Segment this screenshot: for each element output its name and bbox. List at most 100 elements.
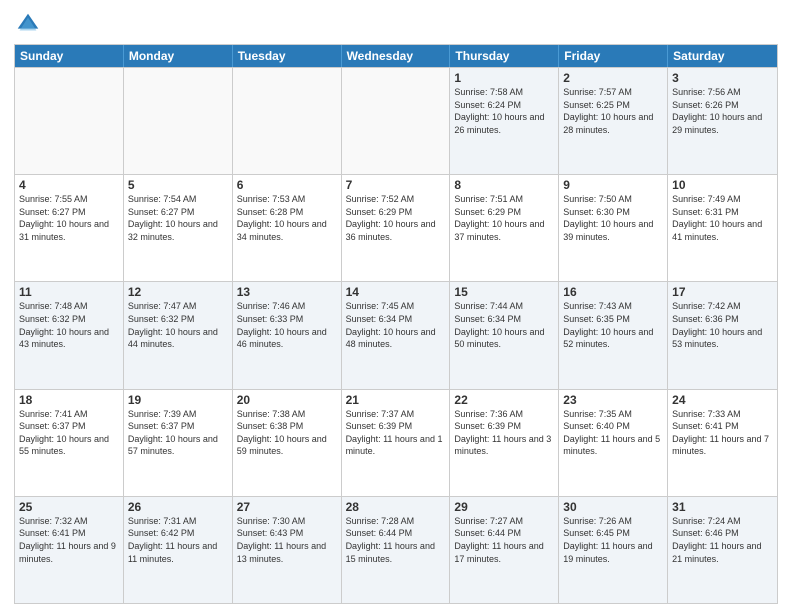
calendar-cell [124,68,233,174]
day-number: 2 [563,71,663,85]
calendar-header-cell: Tuesday [233,45,342,67]
calendar-cell: 12Sunrise: 7:47 AMSunset: 6:32 PMDayligh… [124,282,233,388]
day-number: 28 [346,500,446,514]
cell-detail: Sunrise: 7:26 AMSunset: 6:45 PMDaylight:… [563,515,663,565]
day-number: 17 [672,285,773,299]
calendar-cell: 31Sunrise: 7:24 AMSunset: 6:46 PMDayligh… [668,497,777,603]
logo-icon [14,10,42,38]
calendar: SundayMondayTuesdayWednesdayThursdayFrid… [14,44,778,604]
calendar-cell: 24Sunrise: 7:33 AMSunset: 6:41 PMDayligh… [668,390,777,496]
calendar-cell: 22Sunrise: 7:36 AMSunset: 6:39 PMDayligh… [450,390,559,496]
cell-detail: Sunrise: 7:24 AMSunset: 6:46 PMDaylight:… [672,515,773,565]
calendar-cell [15,68,124,174]
cell-detail: Sunrise: 7:48 AMSunset: 6:32 PMDaylight:… [19,300,119,350]
calendar-cell: 26Sunrise: 7:31 AMSunset: 6:42 PMDayligh… [124,497,233,603]
day-number: 8 [454,178,554,192]
day-number: 18 [19,393,119,407]
day-number: 31 [672,500,773,514]
day-number: 3 [672,71,773,85]
calendar-row: 25Sunrise: 7:32 AMSunset: 6:41 PMDayligh… [15,496,777,603]
calendar-cell: 5Sunrise: 7:54 AMSunset: 6:27 PMDaylight… [124,175,233,281]
cell-detail: Sunrise: 7:50 AMSunset: 6:30 PMDaylight:… [563,193,663,243]
cell-detail: Sunrise: 7:46 AMSunset: 6:33 PMDaylight:… [237,300,337,350]
calendar-cell: 20Sunrise: 7:38 AMSunset: 6:38 PMDayligh… [233,390,342,496]
cell-detail: Sunrise: 7:42 AMSunset: 6:36 PMDaylight:… [672,300,773,350]
calendar-header-cell: Monday [124,45,233,67]
day-number: 14 [346,285,446,299]
cell-detail: Sunrise: 7:55 AMSunset: 6:27 PMDaylight:… [19,193,119,243]
calendar-cell [233,68,342,174]
calendar-cell: 2Sunrise: 7:57 AMSunset: 6:25 PMDaylight… [559,68,668,174]
calendar-header-cell: Saturday [668,45,777,67]
cell-detail: Sunrise: 7:38 AMSunset: 6:38 PMDaylight:… [237,408,337,458]
cell-detail: Sunrise: 7:56 AMSunset: 6:26 PMDaylight:… [672,86,773,136]
cell-detail: Sunrise: 7:53 AMSunset: 6:28 PMDaylight:… [237,193,337,243]
day-number: 5 [128,178,228,192]
calendar-header-cell: Sunday [15,45,124,67]
cell-detail: Sunrise: 7:54 AMSunset: 6:27 PMDaylight:… [128,193,228,243]
cell-detail: Sunrise: 7:44 AMSunset: 6:34 PMDaylight:… [454,300,554,350]
calendar-cell: 13Sunrise: 7:46 AMSunset: 6:33 PMDayligh… [233,282,342,388]
cell-detail: Sunrise: 7:32 AMSunset: 6:41 PMDaylight:… [19,515,119,565]
calendar-cell: 7Sunrise: 7:52 AMSunset: 6:29 PMDaylight… [342,175,451,281]
day-number: 19 [128,393,228,407]
page: SundayMondayTuesdayWednesdayThursdayFrid… [0,0,792,612]
day-number: 6 [237,178,337,192]
calendar-cell: 28Sunrise: 7:28 AMSunset: 6:44 PMDayligh… [342,497,451,603]
day-number: 30 [563,500,663,514]
day-number: 7 [346,178,446,192]
calendar-cell: 23Sunrise: 7:35 AMSunset: 6:40 PMDayligh… [559,390,668,496]
day-number: 16 [563,285,663,299]
cell-detail: Sunrise: 7:30 AMSunset: 6:43 PMDaylight:… [237,515,337,565]
cell-detail: Sunrise: 7:45 AMSunset: 6:34 PMDaylight:… [346,300,446,350]
cell-detail: Sunrise: 7:31 AMSunset: 6:42 PMDaylight:… [128,515,228,565]
day-number: 22 [454,393,554,407]
cell-detail: Sunrise: 7:49 AMSunset: 6:31 PMDaylight:… [672,193,773,243]
calendar-row: 18Sunrise: 7:41 AMSunset: 6:37 PMDayligh… [15,389,777,496]
calendar-cell [342,68,451,174]
day-number: 26 [128,500,228,514]
cell-detail: Sunrise: 7:36 AMSunset: 6:39 PMDaylight:… [454,408,554,458]
calendar-cell: 16Sunrise: 7:43 AMSunset: 6:35 PMDayligh… [559,282,668,388]
calendar-cell: 27Sunrise: 7:30 AMSunset: 6:43 PMDayligh… [233,497,342,603]
calendar-header-cell: Thursday [450,45,559,67]
calendar-cell: 29Sunrise: 7:27 AMSunset: 6:44 PMDayligh… [450,497,559,603]
day-number: 12 [128,285,228,299]
calendar-cell: 1Sunrise: 7:58 AMSunset: 6:24 PMDaylight… [450,68,559,174]
cell-detail: Sunrise: 7:27 AMSunset: 6:44 PMDaylight:… [454,515,554,565]
cell-detail: Sunrise: 7:28 AMSunset: 6:44 PMDaylight:… [346,515,446,565]
calendar-cell: 6Sunrise: 7:53 AMSunset: 6:28 PMDaylight… [233,175,342,281]
cell-detail: Sunrise: 7:37 AMSunset: 6:39 PMDaylight:… [346,408,446,458]
calendar-cell: 17Sunrise: 7:42 AMSunset: 6:36 PMDayligh… [668,282,777,388]
day-number: 24 [672,393,773,407]
day-number: 10 [672,178,773,192]
calendar-header-cell: Friday [559,45,668,67]
cell-detail: Sunrise: 7:33 AMSunset: 6:41 PMDaylight:… [672,408,773,458]
calendar-body: 1Sunrise: 7:58 AMSunset: 6:24 PMDaylight… [15,67,777,603]
day-number: 20 [237,393,337,407]
calendar-header-cell: Wednesday [342,45,451,67]
calendar-row: 1Sunrise: 7:58 AMSunset: 6:24 PMDaylight… [15,67,777,174]
calendar-cell: 25Sunrise: 7:32 AMSunset: 6:41 PMDayligh… [15,497,124,603]
day-number: 13 [237,285,337,299]
day-number: 1 [454,71,554,85]
cell-detail: Sunrise: 7:58 AMSunset: 6:24 PMDaylight:… [454,86,554,136]
calendar-cell: 9Sunrise: 7:50 AMSunset: 6:30 PMDaylight… [559,175,668,281]
day-number: 21 [346,393,446,407]
header [14,10,778,38]
day-number: 4 [19,178,119,192]
calendar-header: SundayMondayTuesdayWednesdayThursdayFrid… [15,45,777,67]
calendar-row: 11Sunrise: 7:48 AMSunset: 6:32 PMDayligh… [15,281,777,388]
calendar-cell: 10Sunrise: 7:49 AMSunset: 6:31 PMDayligh… [668,175,777,281]
cell-detail: Sunrise: 7:35 AMSunset: 6:40 PMDaylight:… [563,408,663,458]
cell-detail: Sunrise: 7:51 AMSunset: 6:29 PMDaylight:… [454,193,554,243]
calendar-cell: 19Sunrise: 7:39 AMSunset: 6:37 PMDayligh… [124,390,233,496]
cell-detail: Sunrise: 7:39 AMSunset: 6:37 PMDaylight:… [128,408,228,458]
day-number: 23 [563,393,663,407]
cell-detail: Sunrise: 7:47 AMSunset: 6:32 PMDaylight:… [128,300,228,350]
logo [14,10,46,38]
day-number: 25 [19,500,119,514]
calendar-cell: 21Sunrise: 7:37 AMSunset: 6:39 PMDayligh… [342,390,451,496]
calendar-cell: 3Sunrise: 7:56 AMSunset: 6:26 PMDaylight… [668,68,777,174]
calendar-cell: 8Sunrise: 7:51 AMSunset: 6:29 PMDaylight… [450,175,559,281]
